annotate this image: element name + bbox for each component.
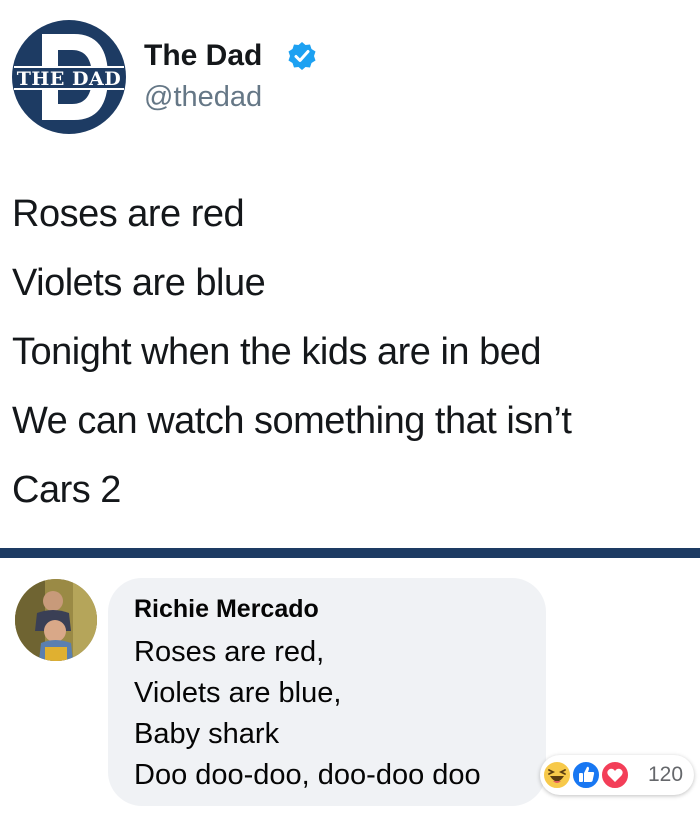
comment-author[interactable]: Richie Mercado	[134, 594, 319, 624]
tweet-handle[interactable]: @thedad	[144, 80, 262, 114]
reaction-count: 120	[648, 763, 684, 786]
logo-text: THE DAD	[17, 68, 121, 90]
profile-photo-icon	[15, 579, 97, 661]
section-divider	[0, 548, 700, 558]
love-icon	[600, 760, 630, 790]
tweet-text: Roses are red Violets are blue Tonight w…	[12, 180, 700, 525]
comment-bubble: Richie Mercado Roses are red, Violets ar…	[108, 578, 546, 806]
tweet-line: Tonight when the kids are in bed	[12, 331, 542, 373]
tweet-line: Cars 2	[12, 469, 121, 511]
comment-line: Baby shark	[134, 718, 280, 750]
tweet-display-name[interactable]: The Dad	[144, 38, 262, 74]
tweet-line: Roses are red	[12, 193, 245, 235]
haha-icon	[542, 760, 572, 790]
reaction-summary[interactable]: 120	[540, 755, 694, 795]
the-dad-logo-icon: THE DAD	[14, 34, 124, 120]
the-dad-avatar[interactable]: THE DAD	[12, 20, 126, 134]
comment-line: Doo doo-doo, doo-doo doo	[134, 759, 481, 791]
like-icon	[571, 760, 601, 790]
facebook-comment: Richie Mercado Roses are red, Violets ar…	[0, 558, 700, 818]
comment-body: Roses are red, Violets are blue, Baby sh…	[134, 632, 481, 796]
comment-line: Roses are red,	[134, 636, 325, 668]
commenter-avatar[interactable]	[15, 579, 97, 661]
tweet-line: Violets are blue	[12, 262, 266, 304]
comment-line: Violets are blue,	[134, 677, 342, 709]
tweet-card: THE DAD The Dad @thedad Roses are red Vi…	[0, 0, 700, 548]
verified-badge-icon	[288, 42, 316, 70]
tweet-line: We can watch something that isn’t	[12, 400, 572, 442]
